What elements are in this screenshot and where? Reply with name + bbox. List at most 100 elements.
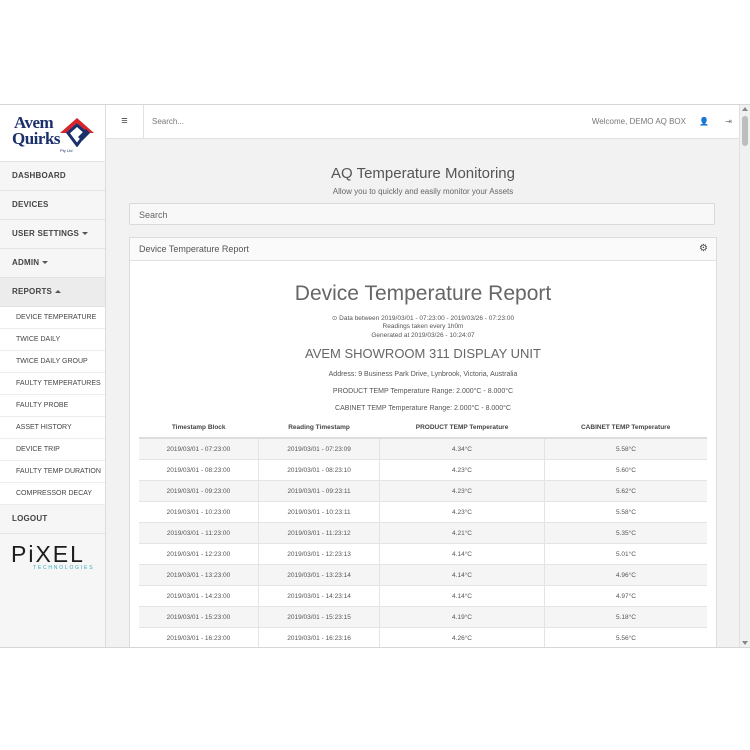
table-row: 2019/03/01 - 13:23:00 2019/03/01 - 13:23:… xyxy=(139,564,707,586)
nav-admin[interactable]: ADMIN xyxy=(0,249,105,278)
nav-dashboard-label: DASHBOARD xyxy=(12,171,66,180)
caret-down-icon xyxy=(42,261,49,265)
nav-devices[interactable]: DEVICES xyxy=(0,191,105,220)
report-readings-interval: Readings taken every 1h0m xyxy=(382,323,464,330)
cell-timestamp-block: 2019/03/01 - 07:23:00 xyxy=(139,437,259,460)
sub-twice-daily-group[interactable]: TWICE DAILY GROUP xyxy=(0,351,105,373)
cell-reading-timestamp: 2019/03/01 - 07:23:09 xyxy=(258,437,381,460)
col-header-cabinet-temp[interactable]: CABINET TEMP Temperature xyxy=(544,418,707,439)
sub-compressor-decay[interactable]: COMPRESSOR DECAY xyxy=(0,483,105,505)
pixel-logo-word: PiXEL xyxy=(11,541,85,567)
cabinet-temp-range: CABINET TEMP Temperature Range: 2.000°C … xyxy=(335,405,511,412)
gear-icon[interactable]: ⚙ xyxy=(699,238,708,260)
cell-reading-timestamp: 2019/03/01 - 10:23:11 xyxy=(258,501,381,523)
pixel-logo-tagline: TECHNOLOGIES xyxy=(33,565,95,571)
nav-dashboard[interactable]: DASHBOARD xyxy=(0,162,105,191)
cell-product-temp: 4.23°C xyxy=(379,501,545,523)
cell-cabinet-temp: 5.01°C xyxy=(544,543,707,565)
report-generated-at: Generated at 2019/03/26 - 10:24:07 xyxy=(371,332,475,339)
scroll-thumb[interactable] xyxy=(742,116,748,146)
nav-devices-label: DEVICES xyxy=(12,200,49,209)
cell-product-temp: 4.19°C xyxy=(379,606,545,628)
app-window: Avem Quirks Pty Ltd DASHBOARD DEVICES US… xyxy=(0,104,750,648)
caret-down-icon xyxy=(82,232,89,236)
product-temp-range: PRODUCT TEMP Temperature Range: 2.000°C … xyxy=(332,388,514,395)
nav-logout-label: LOGOUT xyxy=(12,514,48,523)
brand-house-icon xyxy=(60,118,94,147)
nav-logout[interactable]: LOGOUT xyxy=(0,505,105,534)
menu-toggle-icon[interactable]: ≡ xyxy=(106,105,144,138)
col-header-timestamp-block[interactable]: Timestamp Block xyxy=(139,418,259,439)
sub-device-temperature[interactable]: DEVICE TEMPERATURE xyxy=(0,307,105,329)
cell-timestamp-block: 2019/03/01 - 12:23:00 xyxy=(139,543,259,565)
brand-suffix: Pty Ltd xyxy=(60,148,73,153)
scroll-down-arrow-icon[interactable] xyxy=(742,641,748,645)
table-row: 2019/03/01 - 14:23:00 2019/03/01 - 14:23:… xyxy=(139,585,707,607)
report-panel: Device Temperature Report ⚙ Device Tempe… xyxy=(129,237,717,647)
cell-timestamp-block: 2019/03/01 - 15:23:00 xyxy=(139,606,259,628)
cell-product-temp: 4.14°C xyxy=(379,564,545,586)
table-row: 2019/03/01 - 15:23:00 2019/03/01 - 15:23:… xyxy=(139,606,707,628)
col-header-reading-timestamp[interactable]: Reading Timestamp xyxy=(258,418,380,439)
cell-cabinet-temp: 5.60°C xyxy=(544,459,707,481)
cell-cabinet-temp: 5.58°C xyxy=(544,501,707,523)
cell-reading-timestamp: 2019/03/01 - 11:23:12 xyxy=(258,522,381,544)
table-row: 2019/03/01 - 11:23:00 2019/03/01 - 11:23:… xyxy=(139,522,707,544)
cell-cabinet-temp: 5.35°C xyxy=(544,522,707,544)
nav-reports[interactable]: REPORTS xyxy=(0,278,105,307)
panel-header: Device Temperature Report ⚙ xyxy=(130,238,716,261)
cell-cabinet-temp: 5.56°C xyxy=(544,627,707,647)
cell-timestamp-block: 2019/03/01 - 11:23:00 xyxy=(139,522,259,544)
scroll-up-arrow-icon[interactable] xyxy=(742,107,748,111)
cell-reading-timestamp: 2019/03/01 - 16:23:16 xyxy=(258,627,381,647)
cell-product-temp: 4.23°C xyxy=(379,480,545,502)
report-data-range: ⊙ Data between 2019/03/01 - 07:23:00 - 2… xyxy=(331,315,515,322)
cell-timestamp-block: 2019/03/01 - 13:23:00 xyxy=(139,564,259,586)
cell-timestamp-block: 2019/03/01 - 09:23:00 xyxy=(139,480,259,502)
nav-admin-label: ADMIN xyxy=(12,258,40,267)
cell-cabinet-temp: 4.96°C xyxy=(544,564,707,586)
cell-product-temp: 4.23°C xyxy=(379,459,545,481)
nav-user-settings-label: USER SETTINGS xyxy=(12,229,80,238)
asset-search-input[interactable]: Search xyxy=(129,203,715,225)
cell-product-temp: 4.26°C xyxy=(379,627,545,647)
sub-asset-history[interactable]: ASSET HISTORY xyxy=(0,417,105,439)
cell-timestamp-block: 2019/03/01 - 14:23:00 xyxy=(139,585,259,607)
table-row: 2019/03/01 - 07:23:00 2019/03/01 - 07:23:… xyxy=(139,437,707,460)
cell-cabinet-temp: 5.18°C xyxy=(544,606,707,628)
table-row: 2019/03/01 - 08:23:00 2019/03/01 - 08:23:… xyxy=(139,459,707,481)
cell-reading-timestamp: 2019/03/01 - 14:23:14 xyxy=(258,585,381,607)
pixel-logo: PiXEL TECHNOLOGIES xyxy=(11,541,95,572)
cell-reading-timestamp: 2019/03/01 - 13:23:14 xyxy=(258,564,381,586)
report-title: Device Temperature Report xyxy=(294,282,552,305)
cell-cabinet-temp: 5.62°C xyxy=(544,480,707,502)
cell-cabinet-temp: 5.58°C xyxy=(544,437,707,460)
sub-faulty-temp-duration[interactable]: FAULTY TEMP DURATION xyxy=(0,461,105,483)
nav-reports-label: REPORTS xyxy=(12,287,53,296)
unit-address: Address: 9 Business Park Drive, Lynbrook… xyxy=(328,371,518,378)
page-scrollbar[interactable] xyxy=(739,105,750,647)
sub-faulty-temperatures[interactable]: FAULTY TEMPERATURES xyxy=(0,373,105,395)
unit-title: AVEM SHOWROOM 311 DISPLAY UNIT xyxy=(305,346,541,361)
sub-faulty-probe[interactable]: FAULTY PROBE xyxy=(0,395,105,417)
cell-product-temp: 4.21°C xyxy=(379,522,545,544)
sub-device-trip[interactable]: DEVICE TRIP xyxy=(0,439,105,461)
sub-twice-daily[interactable]: TWICE DAILY xyxy=(0,329,105,351)
nav-user-settings[interactable]: USER SETTINGS xyxy=(0,220,105,249)
logout-icon[interactable]: ⇥ xyxy=(725,105,732,138)
main-content: AQ Temperature Monitoring Allow you to q… xyxy=(106,139,740,647)
cell-reading-timestamp: 2019/03/01 - 15:23:15 xyxy=(258,606,381,628)
col-header-product-temp[interactable]: PRODUCT TEMP Temperature xyxy=(379,418,545,439)
page-title: AQ Temperature Monitoring xyxy=(331,165,515,182)
table-row: 2019/03/01 - 10:23:00 2019/03/01 - 10:23:… xyxy=(139,501,707,523)
caret-up-icon xyxy=(55,290,62,294)
panel-header-title: Device Temperature Report xyxy=(139,244,249,254)
table-row: 2019/03/01 - 16:23:00 2019/03/01 - 16:23:… xyxy=(139,627,707,647)
cell-timestamp-block: 2019/03/01 - 08:23:00 xyxy=(139,459,259,481)
brand-logo[interactable]: Avem Quirks Pty Ltd xyxy=(0,105,105,162)
cell-reading-timestamp: 2019/03/01 - 12:23:13 xyxy=(258,543,381,565)
readings-table: Timestamp Block Reading Timestamp PRODUC… xyxy=(139,418,707,647)
user-icon[interactable]: 👤 xyxy=(699,105,709,138)
top-search-input[interactable]: Search... xyxy=(152,105,184,138)
welcome-text: Welcome, DEMO AQ BOX xyxy=(591,117,686,126)
